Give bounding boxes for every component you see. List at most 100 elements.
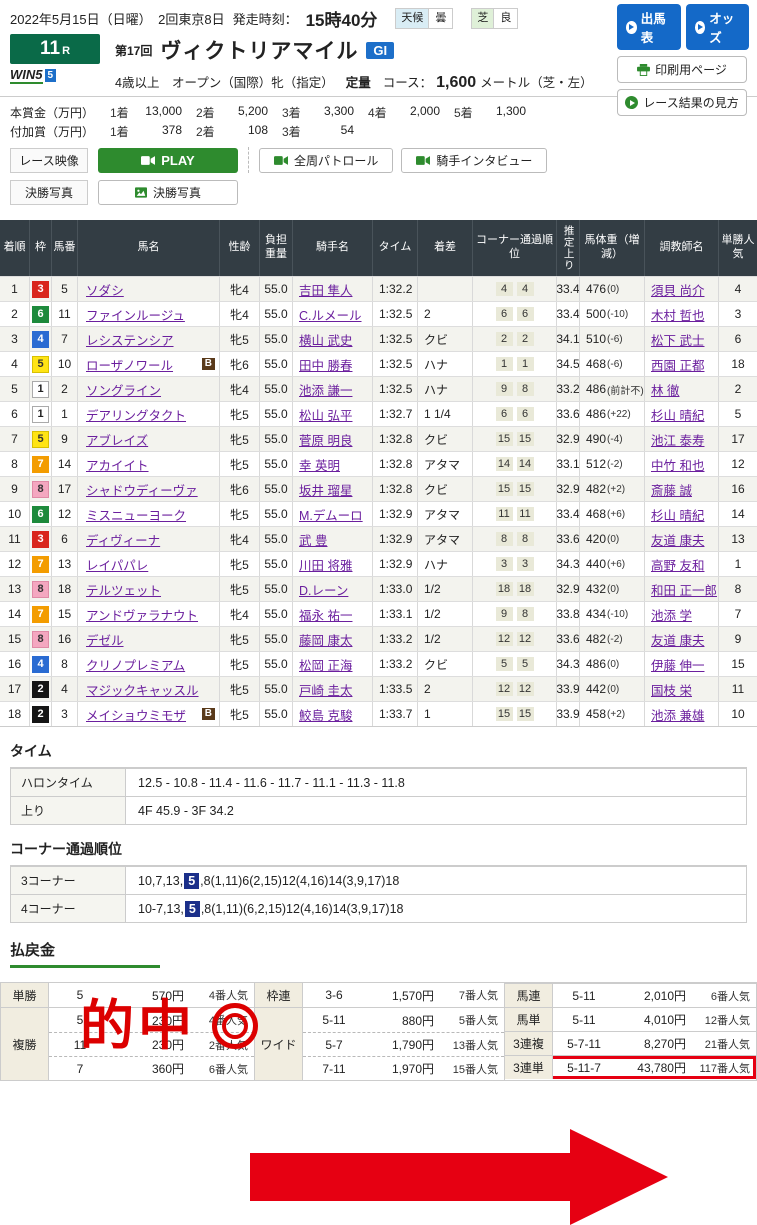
- trainer-link[interactable]: 木村 哲也: [651, 305, 704, 324]
- jockey-link[interactable]: 藤岡 康太: [299, 630, 352, 649]
- win-popularity: 6: [719, 327, 757, 351]
- corner-table-row: 4コーナー 10-7,13,5,8(1,11)(6,2,15)12(4,16)1…: [11, 894, 746, 922]
- trainer-link[interactable]: 池江 泰寿: [651, 430, 704, 449]
- finish-position: 9: [0, 477, 30, 501]
- odds-button-label: オッズ: [709, 8, 740, 46]
- horse-name-link[interactable]: ミスニューヨーク: [86, 505, 186, 524]
- jockey-link[interactable]: 幸 英明: [299, 455, 340, 474]
- combination: 5: [49, 1008, 111, 1032]
- trainer-link[interactable]: 伊藤 伸一: [651, 655, 704, 674]
- jockey-link[interactable]: M.デムーロ: [299, 505, 363, 524]
- prize-item: 4着2,000: [368, 104, 454, 121]
- trainer-link[interactable]: 杉山 晴紀: [651, 405, 704, 424]
- corner-table: 3コーナー 10,7,13,5,8(1,11)6(2,15)12(4,16)14…: [10, 865, 747, 923]
- frame-number-badge: 4: [32, 331, 49, 348]
- entries-button[interactable]: 出馬表: [617, 4, 681, 50]
- trainer-link[interactable]: 池添 学: [651, 605, 692, 624]
- horse-number: 12: [52, 502, 78, 526]
- horse-name-link[interactable]: アカイイト: [86, 455, 149, 474]
- horse-name-link[interactable]: デアリングタクト: [86, 405, 186, 424]
- win-popularity: 3: [719, 302, 757, 326]
- horse-name-link[interactable]: レイパパレ: [86, 555, 148, 574]
- trainer-link[interactable]: 斎藤 誠: [651, 480, 692, 499]
- horse-name-link[interactable]: クリノプレミアム: [86, 655, 185, 674]
- finish-time: 1:32.5: [373, 327, 418, 351]
- prize-add-list: 1着3782着1083着54: [110, 123, 368, 140]
- horse-name-link[interactable]: ローザノワール: [86, 355, 173, 374]
- result-guide-button[interactable]: レース結果の見方: [617, 89, 747, 116]
- jockey-link[interactable]: 横山 武史: [299, 330, 352, 349]
- horse-weight: 476(0): [580, 277, 645, 301]
- jockey-link[interactable]: 菅原 明良: [299, 430, 352, 449]
- jockey-link[interactable]: 福永 祐一: [299, 605, 352, 624]
- payout-row: 馬単 5-11 4,010円 12番人気: [505, 1007, 756, 1031]
- race-result-page: 2022年5月15日（日曜） 2回東京8日 発走時刻： 15時40分 天候 曇 …: [0, 0, 757, 1001]
- trainer-link[interactable]: 池添 兼雄: [651, 705, 704, 724]
- horse-name-link[interactable]: ソダシ: [86, 280, 124, 299]
- horse-name-link[interactable]: アブレイズ: [86, 430, 148, 449]
- trainer-link[interactable]: 林 徹: [651, 380, 679, 399]
- sex-age: 牝5: [220, 677, 260, 701]
- table-row: 11 3 6 ディヴィーナ 牝4 55.0 武 豊 1:32.9 アタマ 88 …: [0, 526, 757, 551]
- payout-section: 払戻金 単勝 5 570円 4番人気 複勝 5: [0, 939, 757, 1081]
- horse-name-link[interactable]: アンドヴァラナウト: [86, 605, 198, 624]
- horse-name-link[interactable]: テルツェット: [86, 580, 161, 599]
- trainer-link[interactable]: 高野 友和: [651, 555, 704, 574]
- horse-name-link[interactable]: シャドウディーヴァ: [86, 480, 198, 499]
- weight-carried: 55.0: [260, 377, 293, 401]
- finish-photo-button[interactable]: 決勝写真: [98, 180, 238, 205]
- jockey-link[interactable]: 松山 弘平: [299, 405, 352, 424]
- frame-number-badge: 1: [32, 381, 49, 398]
- horse-name-link[interactable]: マジックキャッスル: [86, 680, 199, 699]
- horse-name-link[interactable]: デゼル: [86, 630, 124, 649]
- patrol-button-label: 全周パトロール: [294, 152, 378, 169]
- last3f-time: 34.3: [557, 552, 580, 576]
- play-button[interactable]: PLAY: [98, 148, 238, 173]
- odds-button[interactable]: オッズ: [686, 4, 750, 50]
- print-button[interactable]: 印刷用ページ: [617, 56, 747, 83]
- horse-name-link[interactable]: ファインルージュ: [86, 305, 185, 324]
- finish-position: 16: [0, 652, 30, 676]
- trainer-link[interactable]: 松下 武士: [651, 330, 704, 349]
- trainer-link[interactable]: 杉山 晴紀: [651, 505, 704, 524]
- jockey-link[interactable]: 松岡 正海: [299, 655, 352, 674]
- col-header-last3f: 推定上り: [561, 225, 574, 271]
- finish-time: 1:32.9: [373, 527, 418, 551]
- jockey-link[interactable]: D.レーン: [299, 580, 348, 599]
- payout-amount: 230円: [111, 1008, 192, 1032]
- popularity-rank: 5番人気: [442, 1008, 504, 1032]
- trainer-link[interactable]: 友道 康夫: [651, 630, 704, 649]
- payout-table-1: 単勝 5 570円 4番人気 複勝 5 230円 4番人気: [0, 982, 255, 1081]
- trainer-link[interactable]: 友道 康夫: [651, 530, 704, 549]
- trainer-link[interactable]: 中竹 和也: [651, 455, 704, 474]
- blinker-badge: B: [202, 708, 215, 720]
- trainer-link[interactable]: 西園 正都: [651, 355, 704, 374]
- horse-name-link[interactable]: ソングライン: [86, 380, 161, 399]
- video-camera-icon: [141, 155, 155, 166]
- frame-number-badge: 1: [32, 406, 49, 423]
- margin: 1 1/4: [418, 402, 473, 426]
- trainer-link[interactable]: 国枝 栄: [651, 680, 692, 699]
- horse-number: 8: [52, 652, 78, 676]
- jockey-link[interactable]: 坂井 瑠星: [299, 480, 352, 499]
- trainer-link[interactable]: 和田 正一郎: [651, 580, 717, 599]
- jockey-link[interactable]: 池添 謙一: [299, 380, 352, 399]
- jockey-link[interactable]: 戸崎 圭太: [299, 680, 352, 699]
- patrol-video-button[interactable]: 全周パトロール: [259, 148, 393, 173]
- jockey-link[interactable]: C.ルメール: [299, 305, 362, 324]
- horse-name-link[interactable]: レシステンシア: [86, 330, 174, 349]
- trainer-link[interactable]: 須貝 尚介: [651, 280, 704, 299]
- sex-age: 牝5: [220, 652, 260, 676]
- jockey-link[interactable]: 武 豊: [299, 530, 327, 549]
- jockey-link[interactable]: 吉田 隼人: [299, 280, 352, 299]
- horse-weight: 486(前計不): [580, 377, 645, 401]
- jockey-link[interactable]: 鮫島 克駿: [299, 705, 352, 724]
- jockey-link[interactable]: 川田 将雅: [299, 555, 352, 574]
- corner-order: 1818: [473, 577, 557, 601]
- jockey-link[interactable]: 田中 勝春: [299, 355, 352, 374]
- turf-value: 良: [494, 9, 517, 28]
- last3f-time: 33.9: [557, 702, 580, 726]
- horse-name-link[interactable]: ディヴィーナ: [86, 530, 160, 549]
- horse-name-link[interactable]: メイショウミモザ: [86, 705, 186, 724]
- jockey-interview-button[interactable]: 騎手インタビュー: [401, 148, 547, 173]
